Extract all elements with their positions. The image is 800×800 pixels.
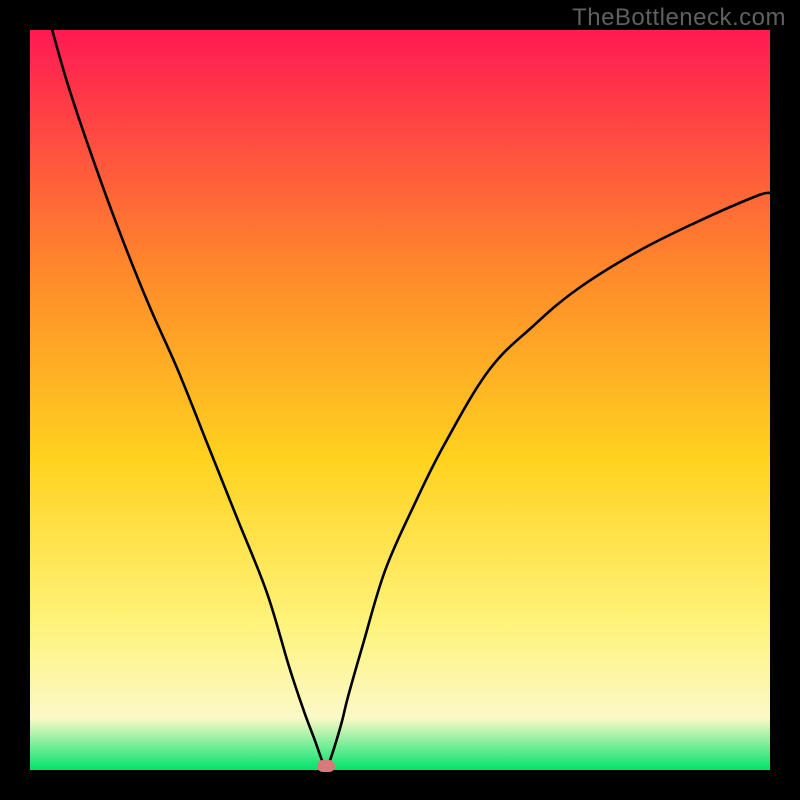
chart-frame: TheBottleneck.com: [0, 0, 800, 800]
chart-svg: [30, 30, 770, 770]
plot-area: [30, 30, 770, 770]
watermark-text: TheBottleneck.com: [572, 4, 786, 32]
optimum-marker-icon: [317, 760, 335, 772]
gradient-background: [30, 30, 770, 770]
